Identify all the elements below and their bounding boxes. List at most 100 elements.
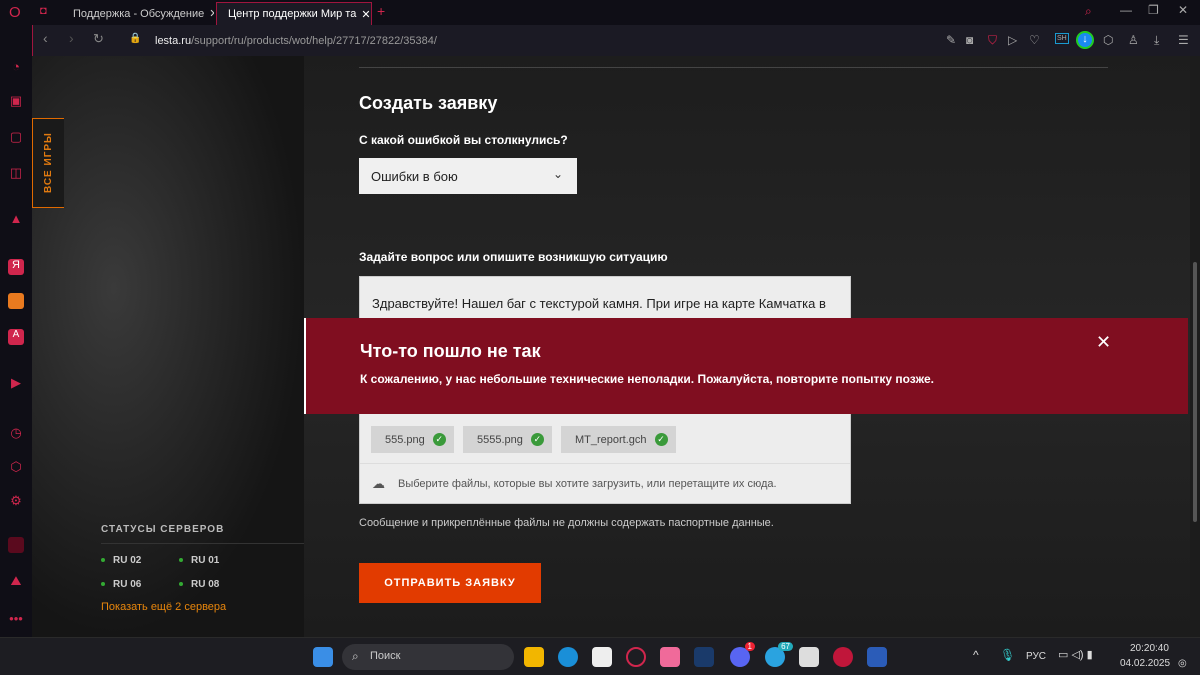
server-status: RU 02 xyxy=(101,555,141,566)
image-icon[interactable]: ⛰ xyxy=(8,573,24,589)
search-tabs-icon[interactable]: ⌕ xyxy=(1085,4,1092,19)
heart-icon[interactable]: ♡ xyxy=(1029,33,1040,47)
back-icon[interactable]: ‹ xyxy=(43,30,48,46)
scrollbar-thumb[interactable] xyxy=(1193,262,1197,522)
aria-icon[interactable]: ▲ xyxy=(8,211,24,227)
error-banner: Что-то пошло не так К сожалению, у нас н… xyxy=(304,318,1188,414)
send-icon[interactable]: ▷ xyxy=(1008,33,1017,47)
search-placeholder: Поиск xyxy=(370,650,401,662)
file-name: 555.png xyxy=(385,433,425,446)
drop-hint: Выберите файлы, которые вы хотите загруз… xyxy=(398,478,777,490)
cpu-icon[interactable]: ◫ xyxy=(8,165,24,181)
clock-date[interactable]: 04.02.2025 xyxy=(1120,658,1170,669)
pinned-tab-icon[interactable] xyxy=(8,537,24,553)
file-name: 5555.png xyxy=(477,433,523,446)
tab-bar: O ◘ Поддержка - Обсуждение ✕ Центр подде… xyxy=(0,0,1200,25)
file-name: MT_report.gch xyxy=(575,433,647,446)
extensions-cube-icon[interactable]: ⬡ xyxy=(8,459,24,475)
file-drop-zone[interactable]: ☁ Выберите файлы, которые вы хотите загр… xyxy=(360,463,850,504)
close-tab-icon[interactable]: ✕ xyxy=(361,8,370,21)
notification-badge: 67 xyxy=(778,642,793,651)
forward-icon[interactable]: › xyxy=(69,30,74,46)
discord-icon[interactable]: 1 xyxy=(730,642,755,667)
attached-file[interactable]: 555.png ✓ xyxy=(371,426,454,453)
close-icon[interactable]: ✕ xyxy=(1096,332,1111,353)
tab-support-center[interactable]: Центр поддержки Мир та ✕ xyxy=(216,2,372,25)
server-status: RU 08 xyxy=(179,579,219,590)
word-icon[interactable] xyxy=(867,647,887,667)
extension-sh-icon[interactable]: SH xyxy=(1055,33,1069,44)
attached-file[interactable]: 5555.png ✓ xyxy=(463,426,552,453)
translate-icon[interactable]: A xyxy=(8,329,24,345)
gamepad-icon[interactable]: ◘ xyxy=(40,5,47,17)
settings-sliders-icon[interactable]: ☰ xyxy=(1178,33,1189,47)
settings-icon[interactable]: ⚙ xyxy=(8,493,24,509)
microphone-icon[interactable]: 🎙 xyxy=(1000,648,1015,662)
player-icon[interactable]: ▶ xyxy=(8,375,24,391)
app-icon[interactable] xyxy=(694,647,714,667)
minimize-icon[interactable]: — xyxy=(1120,3,1132,17)
downloads-icon[interactable]: ⤓ xyxy=(1154,33,1159,48)
reload-icon[interactable]: ↻ xyxy=(93,31,104,47)
server-status: RU 01 xyxy=(179,555,219,566)
show-more-servers-link[interactable]: Показать ещё 2 сервера xyxy=(101,601,226,613)
speed-dial-icon[interactable]: ◔ xyxy=(8,59,24,75)
close-window-icon[interactable]: ✕ xyxy=(1178,3,1188,17)
file-explorer-icon[interactable] xyxy=(524,647,544,667)
tab-support-discussion[interactable]: Поддержка - Обсуждение ✕ xyxy=(62,2,214,25)
profile-icon[interactable]: ♙ xyxy=(1128,33,1139,47)
camera-icon[interactable]: ◙ xyxy=(966,33,973,47)
opera-taskbar-icon[interactable] xyxy=(626,647,646,667)
attached-file[interactable]: MT_report.gch ✓ xyxy=(561,426,676,453)
close-tab-icon[interactable]: ✕ xyxy=(209,7,214,20)
notifications-icon[interactable]: ◎ xyxy=(1178,658,1187,669)
address-bar: ‹ › ↻ 🔒 lesta.ru/support/ru/products/wot… xyxy=(32,25,1200,56)
start-icon[interactable] xyxy=(313,647,333,667)
new-tab-icon[interactable]: + xyxy=(377,3,385,19)
vpn-shield-icon[interactable]: ⛉ xyxy=(988,33,997,48)
error-message: К сожалению, у нас небольшие технические… xyxy=(360,372,934,386)
app-icon[interactable] xyxy=(660,647,680,667)
download-extension-icon[interactable]: ↓ xyxy=(1076,31,1094,49)
chevron-down-icon: ⌄ xyxy=(552,167,563,181)
maximize-icon[interactable]: ❐ xyxy=(1148,3,1159,17)
tab-label: Поддержка - Обсуждение xyxy=(73,7,205,20)
history-icon[interactable]: ◷ xyxy=(8,425,24,441)
taskbar: ⌕ Поиск 1 67 ^ 🎙 РУС ▭ ◁) ▮ 20:20:40 04.… xyxy=(0,637,1200,675)
mail-icon[interactable] xyxy=(8,293,24,309)
error-type-label: С какой ошибкой вы столкнулись? xyxy=(359,133,568,147)
error-title: Что-то пошло не так xyxy=(360,341,541,361)
message-text: Здравствуйте! Нашел баг с текстурой камн… xyxy=(372,296,826,311)
chevron-up-icon[interactable]: ^ xyxy=(973,648,979,662)
edge-icon[interactable] xyxy=(558,647,578,667)
search-icon: ⌕ xyxy=(352,649,359,663)
more-icon[interactable]: ••• xyxy=(8,611,24,627)
taskbar-search[interactable]: ⌕ Поиск xyxy=(342,644,514,670)
store-icon[interactable] xyxy=(592,647,612,667)
all-games-button[interactable]: ВСЕ ИГРЫ xyxy=(32,118,64,208)
check-icon: ✓ xyxy=(654,433,668,446)
server-status: RU 06 xyxy=(101,579,141,590)
check-icon: ✓ xyxy=(432,433,446,446)
cube-icon[interactable]: ⬡ xyxy=(1103,33,1113,47)
opera-logo-icon[interactable]: O xyxy=(9,4,21,21)
telegram-icon[interactable]: 67 xyxy=(765,642,793,667)
bag-icon[interactable]: ▣ xyxy=(8,93,24,109)
video-player-icon[interactable] xyxy=(833,647,853,667)
cloud-upload-icon: ☁ xyxy=(372,476,385,491)
divider xyxy=(359,67,1108,68)
network-volume-battery-icons[interactable]: ▭ ◁) ▮ xyxy=(1058,648,1093,661)
divider xyxy=(101,543,304,544)
lock-icon: 🔒 xyxy=(129,33,142,44)
check-icon: ✓ xyxy=(530,433,544,446)
submit-button[interactable]: ОТПРАВИТЬ ЗАЯВКУ xyxy=(359,563,541,603)
snapshot-edit-icon[interactable]: ✎ xyxy=(946,33,956,47)
opera-sidebar: ◔ ▣ ▢ ◫ ▲ Я A ▶ ◷ ⬡ ⚙ ⛰ ••• xyxy=(0,25,32,637)
error-type-select[interactable]: Ошибки в бою ⌄ xyxy=(359,158,577,194)
twitch-icon[interactable]: ▢ xyxy=(8,129,24,145)
app-icon[interactable] xyxy=(799,647,819,667)
yandex-icon[interactable]: Я xyxy=(8,259,24,275)
clock-time[interactable]: 20:20:40 xyxy=(1130,643,1169,654)
url-field[interactable]: lesta.ru/support/ru/products/wot/help/27… xyxy=(155,35,437,47)
language-indicator[interactable]: РУС xyxy=(1026,651,1046,662)
